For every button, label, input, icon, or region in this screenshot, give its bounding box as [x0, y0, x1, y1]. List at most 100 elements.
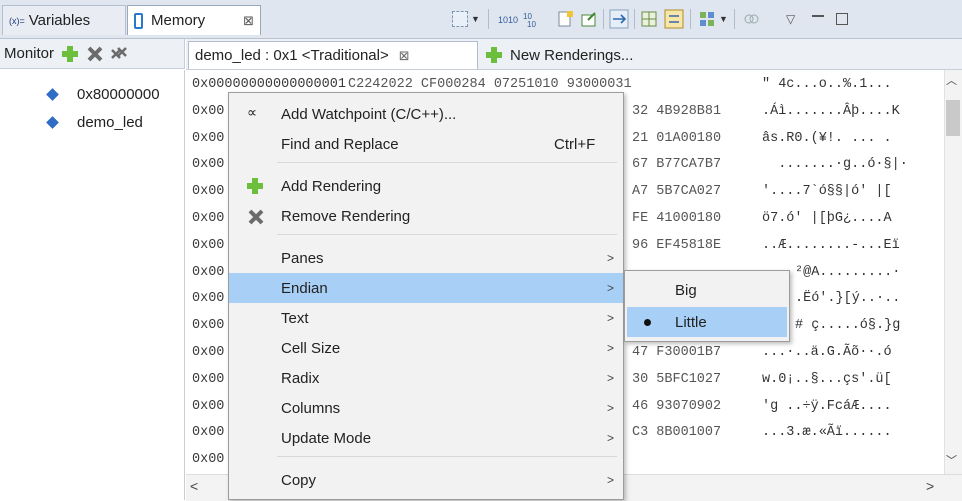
- memory-hex-cells[interactable]: 21 01A00180: [632, 131, 721, 146]
- memory-address[interactable]: 0x00: [192, 345, 224, 360]
- tab-demo-led-traditional[interactable]: demo_led : 0x1 <Traditional> ⊠: [188, 41, 478, 69]
- add-monitor-icon[interactable]: [62, 45, 79, 62]
- menu-item-columns[interactable]: Columns >: [229, 393, 623, 423]
- memory-address[interactable]: 0x00: [192, 184, 224, 199]
- toolbar-separator: [634, 9, 635, 29]
- layout-button[interactable]: ▼: [698, 9, 728, 29]
- memory-hex-cells[interactable]: 30 5BFC1027: [632, 372, 721, 387]
- memory-address[interactable]: 0x00000000000000001: [192, 77, 346, 92]
- monitor-item-label: 0x80000000: [77, 85, 160, 103]
- close-icon[interactable]: ⊠: [399, 48, 410, 64]
- memory-ascii-text[interactable]: .Áì.......Âþ....K: [762, 104, 900, 119]
- endian-option-big[interactable]: Big: [627, 275, 787, 305]
- memory-hex-cells[interactable]: 96 EF45818E: [632, 238, 721, 253]
- endian-submenu: Big Little: [624, 270, 790, 342]
- memory-address[interactable]: 0x00: [192, 399, 224, 414]
- toolbar-separator: [603, 9, 604, 29]
- menu-item-add-watchpoint-c-c[interactable]: ∝ Add Watchpoint (C/C++)...: [229, 99, 623, 129]
- monitor-item-label: demo_led: [77, 113, 143, 131]
- memory-ascii-text[interactable]: 'g ..÷ÿ.FcáÆ....: [762, 399, 892, 414]
- memory-address[interactable]: 0x00: [192, 131, 224, 146]
- vertical-scroll-thumb[interactable]: [946, 100, 960, 136]
- new-page-button[interactable]: [556, 9, 574, 29]
- scroll-down-icon[interactable]: ﹀: [946, 452, 957, 468]
- memory-address[interactable]: 0x00: [192, 372, 224, 387]
- menu-item-label: Radix: [281, 369, 320, 387]
- memory-ascii-text[interactable]: .Ëó'.}[ý..·..: [795, 291, 900, 306]
- remove-all-monitors-icon[interactable]: [110, 45, 128, 63]
- memory-ascii-text[interactable]: ...3.æ.«Ãï......: [762, 425, 892, 440]
- memory-hex-cells[interactable]: 46 93070902: [632, 399, 721, 414]
- memory-ascii-text[interactable]: .......·g..ó·§|·: [762, 157, 908, 172]
- scroll-right-icon[interactable]: >: [926, 478, 934, 494]
- close-icon[interactable]: ⊠: [243, 13, 254, 29]
- memory-address[interactable]: 0x00: [192, 211, 224, 226]
- export-button[interactable]: [580, 9, 598, 29]
- remove-monitor-icon[interactable]: [86, 45, 104, 63]
- context-menu: ∝ Add Watchpoint (C/C++)... Find and Repla…: [228, 92, 624, 500]
- menu-item-find-and-replace[interactable]: Find and Replace Ctrl+F: [229, 129, 623, 159]
- new-memory-view-button[interactable]: ▼: [452, 9, 480, 29]
- view-menu-button[interactable]: ▽: [786, 9, 795, 29]
- menu-item-copy[interactable]: Copy >: [229, 465, 623, 495]
- menu-item-cell-size[interactable]: Cell Size >: [229, 333, 623, 363]
- memory-address[interactable]: 0x00: [192, 157, 224, 172]
- memory-address[interactable]: 0x00: [192, 425, 224, 440]
- endian-option-little[interactable]: Little: [627, 307, 787, 337]
- binary-view-alt-button[interactable]: 10 10: [523, 9, 545, 29]
- menu-item-endian[interactable]: Endian >: [229, 273, 623, 303]
- remove-icon: [248, 209, 264, 225]
- new-renderings-label: New Renderings...: [510, 46, 634, 64]
- menu-item-remove-rendering[interactable]: Remove Rendering: [229, 201, 623, 231]
- memory-ascii-text[interactable]: # ç.....ó§.}g: [795, 318, 900, 333]
- layout-icon: [700, 12, 714, 26]
- grid-button[interactable]: [640, 9, 658, 29]
- pin-button[interactable]: [742, 9, 760, 29]
- menu-item-radix[interactable]: Radix >: [229, 363, 623, 393]
- memory-hex-cells[interactable]: 67 B77CA7B7: [632, 157, 721, 172]
- memory-address[interactable]: 0x00: [192, 452, 224, 467]
- menu-item-update-mode[interactable]: Update Mode >: [229, 423, 623, 453]
- memory-address[interactable]: 0x00: [192, 291, 224, 306]
- memory-address[interactable]: 0x00: [192, 318, 224, 333]
- memory-hex-cells[interactable]: C3 8B001007: [632, 425, 721, 440]
- memory-hex-cells[interactable]: A7 5B7CA027: [632, 184, 721, 199]
- memory-hex-cells[interactable]: 32 4B928B81: [632, 104, 721, 119]
- memory-address[interactable]: 0x00: [192, 238, 224, 253]
- memory-ascii-text[interactable]: " 4c...o..%.1...: [762, 77, 892, 92]
- memory-address[interactable]: 0x00: [192, 104, 224, 119]
- tab-new-renderings[interactable]: New Renderings...: [480, 41, 670, 69]
- menu-item-label: Cell Size: [281, 339, 341, 357]
- memory-hex-cells[interactable]: 47 F30001B7: [632, 345, 721, 360]
- chevron-right-icon: >: [607, 431, 615, 445]
- minimize-button[interactable]: [812, 9, 824, 29]
- svg-text:10: 10: [527, 20, 536, 28]
- menu-item-text[interactable]: Text >: [229, 303, 623, 333]
- tab-variables[interactable]: (x)= Variables: [2, 5, 126, 35]
- memory-ascii-text[interactable]: ...·..ä.G.Ãõ··.ó: [762, 345, 892, 360]
- menu-item-panes[interactable]: Panes >: [229, 243, 623, 273]
- maximize-button[interactable]: [836, 9, 848, 29]
- new-memory-view-icon: [452, 11, 468, 27]
- memory-address[interactable]: 0x00: [192, 265, 224, 280]
- menu-separator: [277, 162, 617, 163]
- memory-ascii-text[interactable]: ..Æ........-...Eï: [762, 238, 900, 253]
- monitor-item[interactable]: 0x80000000: [0, 80, 184, 108]
- link-button[interactable]: [609, 9, 629, 29]
- scroll-left-icon[interactable]: <: [190, 478, 198, 494]
- toolbar-separator: [488, 9, 489, 29]
- memory-hex-cells[interactable]: FE 41000180: [632, 211, 721, 226]
- memory-ascii-text[interactable]: '....7`ó§§|ó' |[: [762, 184, 892, 199]
- memory-hex-cells[interactable]: C2242022 CF000284 07251010 93000031: [348, 77, 632, 92]
- tab-memory[interactable]: Memory ⊠: [127, 5, 261, 35]
- memory-ascii-text[interactable]: âs.R0.(¥!. ... .: [762, 131, 892, 146]
- memory-ascii-text[interactable]: ö7.ó' |[þG¿....A: [762, 211, 892, 226]
- monitor-item[interactable]: demo_led: [0, 108, 184, 136]
- toggle-split-button[interactable]: [664, 9, 684, 29]
- binary-view-button[interactable]: 1010: [498, 9, 520, 29]
- memory-ascii-text[interactable]: ²@A.........·: [795, 265, 900, 280]
- memory-ascii-text[interactable]: w.0¡..§...çs'.ü[: [762, 372, 892, 387]
- menu-item-label: Text: [281, 309, 309, 327]
- menu-item-add-rendering[interactable]: Add Rendering: [229, 171, 623, 201]
- scroll-up-icon[interactable]: ︿: [946, 72, 957, 88]
